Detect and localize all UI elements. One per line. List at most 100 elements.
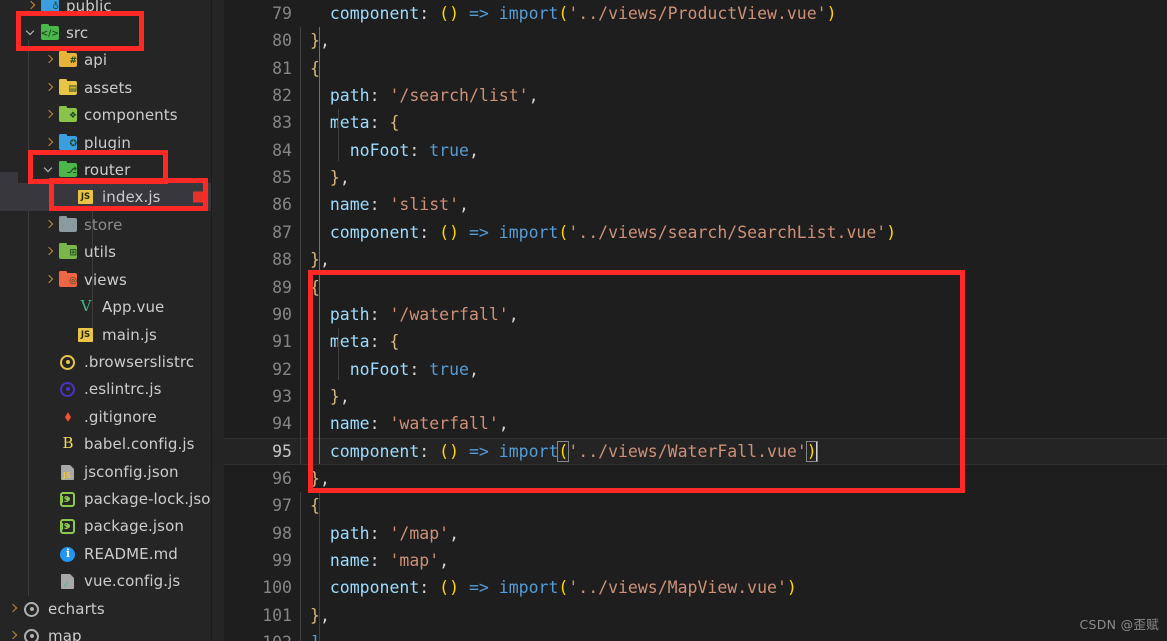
code-line-text: name: 'waterfall',	[310, 410, 509, 437]
tree-item-store[interactable]: store	[0, 211, 212, 239]
tree-item-main-js[interactable]: JS main.js	[0, 321, 212, 349]
code-token: 'slist'	[389, 195, 460, 215]
chevron-right-icon[interactable]	[42, 244, 58, 260]
code-token: true	[429, 140, 469, 160]
code-line[interactable]: 96},	[212, 465, 1167, 492]
code-line[interactable]: 80},	[212, 27, 1167, 54]
file-npm-icon: JS	[58, 517, 78, 534]
code-line[interactable]: 81{	[212, 55, 1167, 82]
code-token: '../views/search/SearchList.vue'	[568, 222, 887, 242]
code-line[interactable]: 93 },	[212, 383, 1167, 410]
folder-utils-icon: ⊞	[58, 242, 78, 260]
tree-item-components[interactable]: ❖ components	[0, 101, 212, 129]
code-editor[interactable]: 79 component: () => import('../views/Pro…	[212, 0, 1167, 641]
code-line[interactable]: 79 component: () => import('../views/Pro…	[212, 0, 1167, 27]
code-line[interactable]: 97{	[212, 492, 1167, 519]
chevron-right-icon[interactable]	[6, 601, 22, 617]
code-token: (	[557, 440, 570, 462]
vscode-window: ♁ public </> src # api ▤ assets ❖ components ✪ plug…	[0, 0, 1167, 641]
tree-item-plugin[interactable]: ✪ plugin	[0, 129, 212, 157]
ring-shape	[60, 381, 75, 397]
line-number: 91	[272, 332, 292, 352]
chevron-right-icon[interactable]	[42, 135, 58, 151]
code-token: ,	[319, 31, 330, 51]
tree-item-browserslistrc[interactable]: .browserslistrc	[0, 348, 212, 376]
code-token: )	[449, 4, 460, 23]
tree-item-index-js[interactable]: JS index.js	[0, 183, 212, 211]
code-line[interactable]: 95 component: () => import('../views/Wat…	[212, 437, 1167, 466]
code-line[interactable]: 82 path: '/search/list',	[212, 82, 1167, 109]
code-line[interactable]: 92 noFoot: true,	[212, 356, 1167, 383]
chevron-right-icon[interactable]	[42, 80, 58, 96]
code-line[interactable]: 99 name: 'map',	[212, 547, 1167, 574]
chevron-right-icon[interactable]	[6, 628, 22, 641]
tree-item-label: plugin	[84, 133, 131, 152]
tree-item-eslintrc-js[interactable]: .eslintrc.js	[0, 375, 212, 403]
code-line[interactable]: 86 name: 'slist',	[212, 191, 1167, 218]
tree-item-app-vue[interactable]: V App.vue	[0, 293, 212, 321]
code-line-text: path: '/search/list',	[310, 82, 539, 109]
file-js-icon: JS	[76, 326, 96, 343]
chevron-right-icon[interactable]	[42, 217, 58, 233]
code-line[interactable]: 101},	[212, 602, 1167, 629]
code-line[interactable]: 100 component: () => import('../views/Ma…	[212, 574, 1167, 601]
code-line-text: },	[310, 465, 330, 492]
tree-item-router[interactable]: ⎇ router	[0, 156, 212, 184]
tree-item-views[interactable]: ◎ views	[0, 266, 212, 294]
code-token: }	[329, 386, 340, 406]
chevron-down-icon[interactable]	[42, 162, 58, 178]
chevron-right-icon[interactable]	[42, 107, 58, 123]
ring-shape	[60, 354, 75, 370]
tree-item-babel-config-js[interactable]: Bbabel.config.js	[0, 430, 212, 458]
tree-item-gitignore[interactable]: ⬧ .gitignore	[0, 403, 212, 431]
chevron-right-icon[interactable]	[24, 0, 40, 14]
folder-glyph: ♁	[52, 1, 59, 12]
code-line[interactable]: 85 },	[212, 164, 1167, 191]
line-number: 90	[272, 304, 292, 324]
code-line[interactable]: 94 name: 'waterfall',	[212, 410, 1167, 437]
folder-public-icon: ♁	[40, 0, 60, 14]
tree-item-assets[interactable]: ▤ assets	[0, 74, 212, 102]
folder-assets-icon: ▤	[58, 78, 78, 96]
code-line[interactable]: 83 meta: {	[212, 109, 1167, 136]
code-line[interactable]: 91 meta: {	[212, 328, 1167, 355]
code-line[interactable]: 87 component: () => import('../views/sea…	[212, 219, 1167, 246]
tree-item-public[interactable]: ♁ public	[0, 0, 212, 20]
code-line[interactable]: 84 noFoot: true,	[212, 137, 1167, 164]
code-token: :	[409, 140, 430, 160]
tree-item-src[interactable]: </> src	[0, 19, 212, 47]
tree-item-map[interactable]: map	[0, 622, 212, 641]
line-number: 88	[272, 250, 292, 270]
tree-item-package-json[interactable]: JS package.json	[0, 512, 212, 540]
code-token: meta	[329, 332, 370, 352]
tree-item-package-lock-json[interactable]: JS package-lock.json	[0, 485, 212, 513]
code-token: ,	[528, 86, 539, 106]
code-line[interactable]: 88},	[212, 246, 1167, 273]
code-line-text: noFoot: true,	[310, 356, 479, 383]
chevron-right-icon[interactable]	[42, 52, 58, 68]
tree-item-api[interactable]: # api	[0, 46, 212, 74]
tree-item-echarts[interactable]: echarts	[0, 595, 212, 623]
code-line[interactable]: 90 path: '/waterfall',	[212, 301, 1167, 328]
tree-item-vue-config-js[interactable]: ✓ vue.config.js	[0, 567, 212, 595]
code-token: '/map'	[389, 523, 450, 543]
code-line[interactable]: 98 path: '/map',	[212, 520, 1167, 547]
tree-item-utils[interactable]: ⊞ utils	[0, 238, 212, 266]
folder-shape: ♁	[41, 0, 59, 14]
chevron-right-icon[interactable]	[42, 272, 58, 288]
code-line[interactable]: 102]	[212, 629, 1167, 641]
folder-shape: </>	[41, 23, 59, 41]
line-number: 97	[272, 496, 292, 516]
chevron-down-icon[interactable]	[24, 25, 40, 41]
line-number: 82	[272, 86, 292, 106]
tree-item-readme-md[interactable]: i README.md	[0, 540, 212, 568]
tree-item-jsconfig-json[interactable]: JS jsconfig.json	[0, 458, 212, 486]
file-explorer-panel[interactable]: ♁ public </> src # api ▤ assets ❖ components ✪ plug…	[0, 0, 212, 641]
code-line[interactable]: 89{	[212, 274, 1167, 301]
code-token: :	[419, 4, 440, 23]
code-token: =>	[468, 4, 489, 23]
code-token: =>	[468, 578, 489, 598]
